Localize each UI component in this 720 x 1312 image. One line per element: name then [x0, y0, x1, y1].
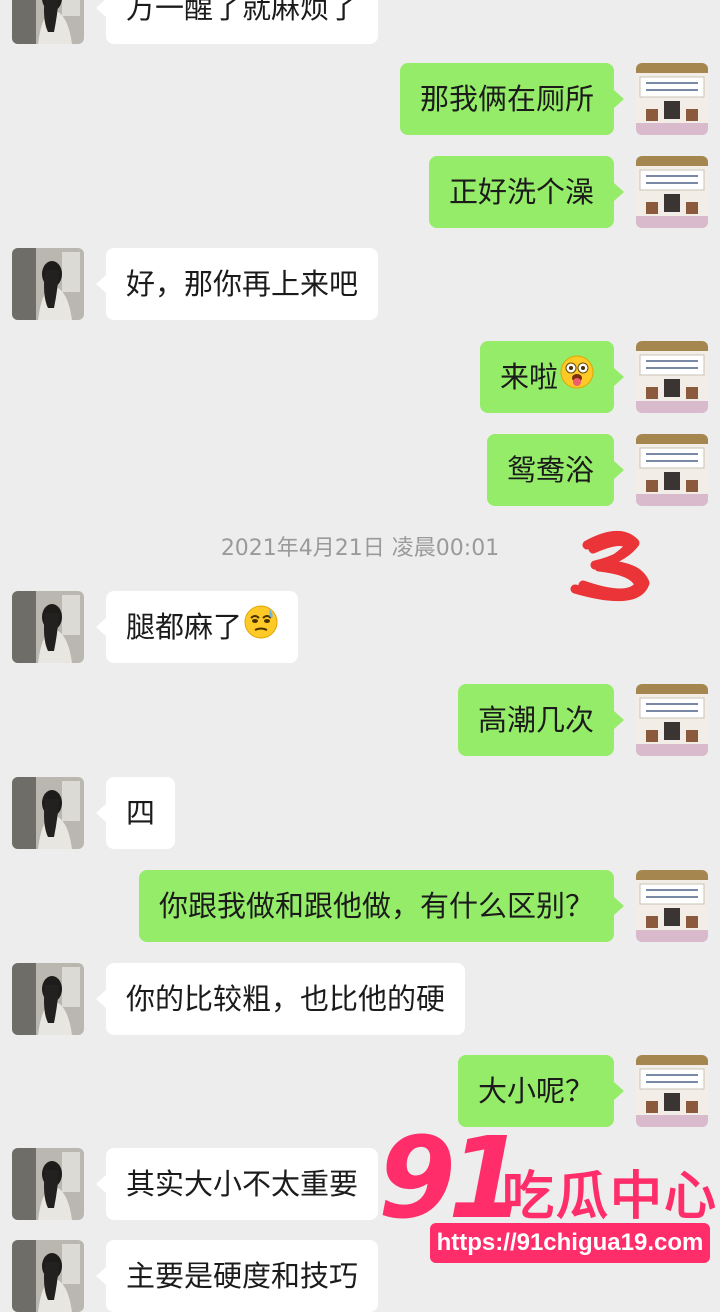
message-text: 来啦: [499, 360, 558, 394]
avatar[interactable]: [636, 870, 708, 942]
avatar[interactable]: [12, 248, 84, 320]
message-bubble[interactable]: 鸳鸯浴: [486, 434, 625, 506]
message-row: 四: [0, 775, 720, 849]
watermark-logo: 91 吃瓜中心 https://91chigua19.com: [368, 1119, 720, 1275]
message-row: 来啦: [0, 339, 720, 413]
avatar[interactable]: [12, 591, 84, 663]
sweat-face-emoji-icon: [244, 593, 278, 665]
avatar[interactable]: [636, 63, 708, 135]
message-bubble[interactable]: 你跟我做和跟他做，有什么区别？: [138, 870, 625, 942]
avatar[interactable]: [12, 777, 84, 849]
message-row: 鸳鸯浴: [0, 432, 720, 506]
avatar[interactable]: [636, 1055, 708, 1127]
message-bubble[interactable]: 主要是硬度和技巧: [95, 1240, 379, 1312]
message-bubble[interactable]: 万一醒了就麻烦了: [95, 0, 379, 44]
avatar[interactable]: [12, 1148, 84, 1220]
message-text: 腿都麻了: [126, 610, 243, 644]
message-row: 那我俩在厕所: [0, 61, 720, 135]
message-bubble[interactable]: 腿都麻了: [95, 591, 299, 665]
avatar[interactable]: [636, 684, 708, 756]
message-bubble[interactable]: 高潮几次: [457, 684, 625, 756]
watermark-url: https://91chigua19.com: [430, 1223, 710, 1263]
tongue-out-emoji-icon: [560, 343, 594, 415]
message-bubble[interactable]: 来啦: [479, 341, 625, 415]
avatar[interactable]: [12, 0, 84, 44]
watermark-brand: 吃瓜中心: [502, 1167, 719, 1227]
message-bubble[interactable]: 正好洗个澡: [428, 156, 625, 228]
message-row: 正好洗个澡: [0, 154, 720, 228]
message-row: 你的比较粗，也比他的硬: [0, 961, 720, 1035]
message-row: 万一醒了就麻烦了: [0, 0, 720, 44]
message-bubble[interactable]: 好，那你再上来吧: [95, 248, 379, 320]
message-bubble[interactable]: 那我俩在厕所: [399, 63, 625, 135]
message-row: 大小呢？: [0, 1053, 720, 1127]
avatar[interactable]: [636, 341, 708, 413]
message-row: 高潮几次: [0, 682, 720, 756]
message-row: 你跟我做和跟他做，有什么区别？: [0, 868, 720, 942]
message-bubble[interactable]: 四: [95, 777, 176, 849]
watermark-number: 91: [378, 1114, 526, 1244]
message-bubble[interactable]: 你的比较粗，也比他的硬: [95, 963, 466, 1035]
avatar[interactable]: [12, 963, 84, 1035]
avatar[interactable]: [636, 156, 708, 228]
avatar[interactable]: [12, 1240, 84, 1312]
message-row: 好，那你再上来吧: [0, 246, 720, 320]
message-bubble[interactable]: 其实大小不太重要: [95, 1148, 379, 1220]
avatar[interactable]: [636, 434, 708, 506]
message-row: 腿都麻了: [0, 589, 720, 663]
